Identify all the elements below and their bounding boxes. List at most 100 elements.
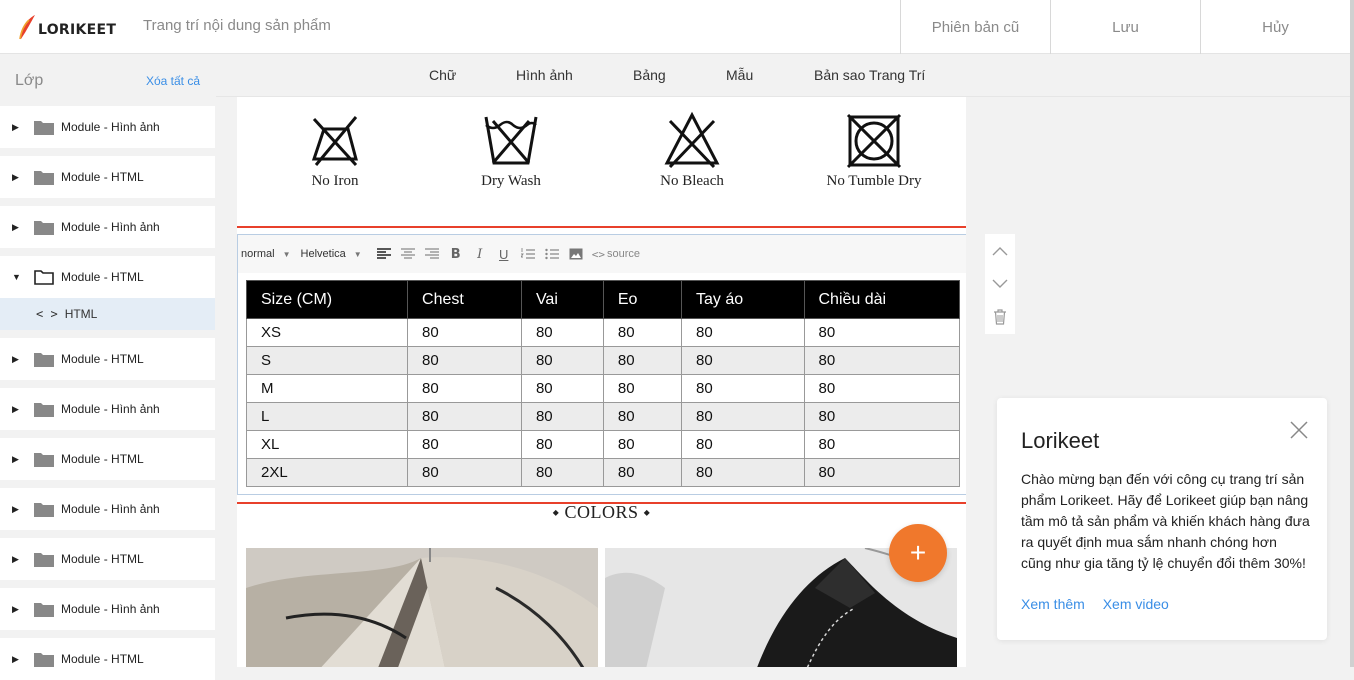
table-cell[interactable]: 80 xyxy=(407,458,522,487)
insert-image-button[interactable] xyxy=(564,244,588,264)
delete-button[interactable] xyxy=(993,300,1007,333)
caret-right-icon[interactable]: ▶ xyxy=(12,604,24,615)
care-item-dry-wash[interactable]: Dry Wash xyxy=(436,111,586,190)
table-cell[interactable]: 80 xyxy=(602,402,683,431)
layer-item[interactable]: ▶ Module - HTML xyxy=(0,638,215,680)
rich-text-editor[interactable]: normal ▼ Helvetica ▼ B I U <> source Siz… xyxy=(237,234,966,495)
caret-right-icon[interactable]: ▶ xyxy=(12,654,24,665)
table-cell[interactable]: 2XL xyxy=(245,458,409,487)
bold-button[interactable]: B xyxy=(444,244,468,264)
care-item-no-tumble-dry[interactable]: No Tumble Dry xyxy=(799,111,949,190)
layer-sub-item[interactable]: < > HTML xyxy=(0,298,215,330)
caret-right-icon[interactable]: ▶ xyxy=(12,122,24,133)
close-button[interactable] xyxy=(1289,420,1309,440)
table-cell[interactable]: 80 xyxy=(602,346,683,375)
layer-item[interactable]: ▶ Module - Hình ảnh xyxy=(0,206,215,248)
table-cell[interactable]: 80 xyxy=(681,318,805,347)
table-cell[interactable]: 80 xyxy=(602,458,683,487)
table-header-cell[interactable]: Eo xyxy=(602,280,683,319)
table-cell[interactable]: 80 xyxy=(803,318,960,347)
table-header-cell[interactable]: Chest xyxy=(407,280,522,319)
layer-item[interactable]: ▶ Module - Hình ảnh xyxy=(0,588,215,630)
caret-right-icon[interactable]: ▶ xyxy=(12,554,24,565)
selected-html-module[interactable]: normal ▼ Helvetica ▼ B I U <> source Siz… xyxy=(237,226,966,504)
table-header-cell[interactable]: Chiều dài xyxy=(803,280,960,319)
bullet-list-button[interactable] xyxy=(540,244,564,264)
table-header-cell[interactable]: Vai xyxy=(520,280,604,319)
layer-item[interactable]: ▶ Module - Hình ảnh xyxy=(0,106,215,148)
caret-right-icon[interactable]: ▶ xyxy=(12,404,24,415)
source-button[interactable]: <> source xyxy=(592,248,640,261)
learn-more-link[interactable]: Xem thêm xyxy=(1021,596,1085,612)
table-header-cell[interactable]: Tay áo xyxy=(681,280,805,319)
table-cell[interactable]: 80 xyxy=(520,402,604,431)
page-scrollbar[interactable] xyxy=(1350,0,1354,667)
table-cell[interactable]: 80 xyxy=(803,346,960,375)
font-size-select[interactable]: normal ▼ xyxy=(241,248,291,260)
caret-right-icon[interactable]: ▶ xyxy=(12,222,24,233)
tab-table[interactable]: Bảng xyxy=(633,67,666,83)
table-cell[interactable]: S xyxy=(245,346,409,375)
table-cell[interactable]: 80 xyxy=(602,318,683,347)
align-left-button[interactable] xyxy=(372,244,396,264)
table-cell[interactable]: 80 xyxy=(407,374,522,403)
save-button[interactable]: Lưu xyxy=(1050,0,1200,54)
tab-copy-decoration[interactable]: Bản sao Trang Trí xyxy=(814,67,925,83)
care-item-no-iron[interactable]: No Iron xyxy=(260,111,410,190)
table-cell[interactable]: 80 xyxy=(803,458,960,487)
table-cell[interactable]: 80 xyxy=(520,374,604,403)
italic-button[interactable]: I xyxy=(468,244,492,264)
table-cell[interactable]: 80 xyxy=(602,430,683,459)
table-cell[interactable]: 80 xyxy=(803,430,960,459)
table-cell[interactable]: 80 xyxy=(681,374,805,403)
layer-item[interactable]: ▶ Module - HTML xyxy=(0,156,215,198)
size-table[interactable]: Size (CM) Chest Vai Eo Tay áo Chiều dài … xyxy=(245,280,960,487)
move-up-button[interactable] xyxy=(992,234,1008,267)
caret-right-icon[interactable]: ▶ xyxy=(12,504,24,515)
table-cell[interactable]: 80 xyxy=(407,346,522,375)
table-header-cell[interactable]: Size (CM) xyxy=(245,280,409,319)
layer-item[interactable]: ▶ Module - Hình ảnh xyxy=(0,488,215,530)
table-cell[interactable]: 80 xyxy=(803,374,960,403)
tab-template[interactable]: Mẫu xyxy=(726,67,753,83)
ordered-list-button[interactable] xyxy=(516,244,540,264)
layer-item[interactable]: ▶ Module - Hình ảnh xyxy=(0,388,215,430)
table-cell[interactable]: 80 xyxy=(520,430,604,459)
caret-right-icon[interactable]: ▶ xyxy=(12,354,24,365)
align-center-button[interactable] xyxy=(396,244,420,264)
table-cell[interactable]: 80 xyxy=(407,430,522,459)
table-cell[interactable]: 80 xyxy=(602,374,683,403)
logo[interactable]: LORIKEET xyxy=(18,14,116,40)
table-cell[interactable]: 80 xyxy=(520,318,604,347)
table-cell[interactable]: 80 xyxy=(407,318,522,347)
table-cell[interactable]: 80 xyxy=(681,458,805,487)
table-cell[interactable]: 80 xyxy=(407,402,522,431)
table-cell[interactable]: 80 xyxy=(520,458,604,487)
caret-right-icon[interactable]: ▶ xyxy=(12,454,24,465)
table-cell[interactable]: M xyxy=(245,374,409,403)
table-cell[interactable]: 80 xyxy=(681,402,805,431)
add-module-button[interactable]: + xyxy=(889,524,947,582)
clear-all-link[interactable]: Xóa tất cả xyxy=(146,74,200,88)
table-cell[interactable]: 80 xyxy=(681,346,805,375)
watch-video-link[interactable]: Xem video xyxy=(1103,596,1169,612)
caret-right-icon[interactable]: ▶ xyxy=(12,172,24,183)
move-down-button[interactable] xyxy=(992,267,1008,300)
cancel-button[interactable]: Hủy xyxy=(1200,0,1350,54)
align-right-button[interactable] xyxy=(420,244,444,264)
tab-image[interactable]: Hình ảnh xyxy=(516,67,573,83)
layer-item[interactable]: ▶ Module - HTML xyxy=(0,538,215,580)
table-cell[interactable]: XS xyxy=(245,318,409,347)
layer-item[interactable]: ▶ Module - HTML xyxy=(0,338,215,380)
old-version-button[interactable]: Phiên bản cũ xyxy=(900,0,1050,54)
care-item-no-bleach[interactable]: No Bleach xyxy=(617,111,767,190)
table-cell[interactable]: 80 xyxy=(803,402,960,431)
font-family-select[interactable]: Helvetica ▼ xyxy=(301,248,362,260)
table-cell[interactable]: 80 xyxy=(681,430,805,459)
tab-text[interactable]: Chữ xyxy=(429,67,456,83)
table-cell[interactable]: 80 xyxy=(520,346,604,375)
caret-down-icon[interactable]: ▼ xyxy=(12,272,24,282)
layer-item[interactable]: ▼ Module - HTML xyxy=(0,256,215,298)
table-cell[interactable]: L xyxy=(245,402,409,431)
underline-button[interactable]: U xyxy=(492,244,516,264)
